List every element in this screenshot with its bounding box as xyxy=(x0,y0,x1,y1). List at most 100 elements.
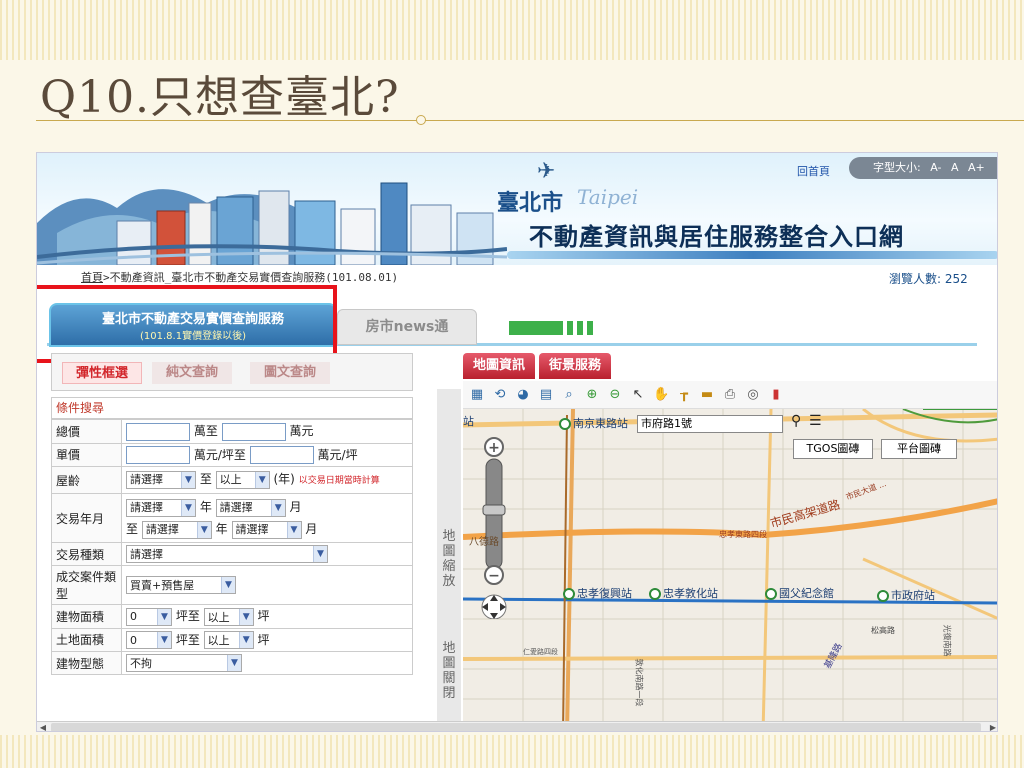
label-age: 屋齡 xyxy=(51,466,122,494)
land-area-unit1: 坪至 xyxy=(175,632,200,647)
age-max-select[interactable]: 以上 ▼ xyxy=(215,470,270,489)
tab-map-text-query[interactable]: 圖文查詢 xyxy=(250,362,330,384)
map-canvas[interactable]: + − 市府路1號 ⚲ ☰ TGOS圖磚 平台圖磚 站 南京東路站 忠孝復興站 … xyxy=(463,409,997,731)
filter-row-total-price: 總價 萬至 萬元 xyxy=(51,419,413,444)
map-tabs: 地圖資訊 街景服務 xyxy=(463,353,612,379)
map-label-sun-yat-sen: 國父紀念館 xyxy=(765,585,834,601)
chevron-down-icon: ▼ xyxy=(157,608,171,625)
tab-text-query[interactable]: 純文查詢 xyxy=(152,362,232,384)
camera-icon[interactable]: ◎ xyxy=(745,387,761,403)
pan-icon[interactable]: ⟲ xyxy=(492,387,508,403)
title-rule xyxy=(36,120,1024,121)
filter-row-case-type: 成交案件類型 買賣+預售屋 ▼ xyxy=(51,565,413,605)
measure-icon[interactable]: ▬ xyxy=(699,387,715,403)
font-size-medium-button[interactable]: A xyxy=(951,157,959,179)
map-zoom-side-label[interactable]: 地圖縮放 xyxy=(439,529,459,589)
map-zoom-control[interactable]: + − xyxy=(481,435,507,620)
filter-row-trade-type: 交易種類 請選擇 ▼ xyxy=(51,542,413,566)
end-year-unit: 年 xyxy=(215,522,228,536)
map-side-bar: 地圖縮放 地圖關閉 xyxy=(437,389,461,731)
map-label-zhongxiao-dunhua-text: 忠孝敦化站 xyxy=(663,587,718,600)
total-price-max-input[interactable] xyxy=(221,422,286,441)
unit-price-unit2: 萬元/坪 xyxy=(317,447,358,462)
tab-street-view[interactable]: 街景服務 xyxy=(539,353,612,379)
font-size-large-button[interactable]: A+ xyxy=(968,157,985,179)
zoom-layer-icon[interactable]: ◕ xyxy=(515,387,531,403)
case-type-select[interactable]: 買賣+預售屋 ▼ xyxy=(126,576,236,594)
font-size-label: 字型大小: xyxy=(873,161,921,174)
map-label-bade-road: 八德路 xyxy=(469,537,499,548)
chevron-down-icon: ▼ xyxy=(254,471,269,488)
cell-building-area: 0 ▼ 坪至 以上 ▼ 坪 xyxy=(121,604,413,629)
filter-row-land-area: 土地面積 0 ▼ 坪至 以上 ▼ 坪 xyxy=(51,627,413,652)
total-price-unit1: 萬至 xyxy=(193,424,218,438)
site-banner: ✈ 臺北市 Taipei 不動產資訊與居住服務整合入口網 回首頁 字型大小: A… xyxy=(37,153,997,265)
cell-building-type: 不拘 ▼ xyxy=(121,651,413,675)
list-icon[interactable]: ☰ xyxy=(809,413,822,429)
full-extent-icon[interactable]: ▦ xyxy=(469,387,485,403)
trade-type-select[interactable]: 請選擇 ▼ xyxy=(126,545,328,563)
building-area-min-select[interactable]: 0 ▼ xyxy=(126,607,172,626)
map-label-guangfu-south: 光復南路 xyxy=(942,624,952,657)
platform-tiles-button[interactable]: 平台圖磚 xyxy=(881,439,957,459)
pointer-icon[interactable]: ↖ xyxy=(630,387,646,403)
scrollbar-thumb[interactable] xyxy=(51,723,981,731)
zoom-in-icon[interactable]: ⊕ xyxy=(584,387,600,403)
trade-end-year-select[interactable]: 請選擇 ▼ xyxy=(141,520,212,539)
land-area-min-select[interactable]: 0 ▼ xyxy=(126,631,172,649)
chevron-down-icon: ▼ xyxy=(270,499,285,516)
unit-price-min-input[interactable] xyxy=(126,446,190,464)
search-mode-tabs: 彈性框選 純文查詢 圖文查詢 xyxy=(51,353,413,391)
label-building-type: 建物型態 xyxy=(51,651,122,675)
mrt-station-icon xyxy=(877,590,889,602)
map-label-zhongxiao-fuxing-text: 忠孝復興站 xyxy=(577,587,632,600)
label-land-area: 土地面積 xyxy=(51,627,122,652)
scroll-right-icon[interactable]: ▶ xyxy=(987,722,997,731)
visitor-count: 252 xyxy=(944,272,968,286)
home-link[interactable]: 回首頁 xyxy=(797,163,830,179)
cell-trade-period: 請選擇 ▼ 年 請選擇 ▼ 月 至 請選擇 ▼ 年 請選擇 ▼ 月 xyxy=(121,493,413,543)
svg-text:−: − xyxy=(488,568,500,584)
airplane-icon: ✈ xyxy=(537,159,556,184)
zoom-out-icon[interactable]: ⊖ xyxy=(607,387,623,403)
pin-icon[interactable]: ┲ xyxy=(676,387,692,403)
export-icon[interactable]: ▤ xyxy=(538,387,554,403)
mrt-station-icon xyxy=(559,418,571,430)
land-area-max-select[interactable]: 以上 ▼ xyxy=(203,631,254,649)
age-min-select[interactable]: 請選擇 ▼ xyxy=(126,470,196,489)
chevron-down-icon: ▼ xyxy=(227,655,241,671)
label-trade-type: 交易種類 xyxy=(51,542,122,566)
trade-type-value: 請選擇 xyxy=(130,548,163,561)
tab-flexible-selection[interactable]: 彈性框選 xyxy=(62,362,142,384)
filter-header: 條件搜尋 xyxy=(51,397,413,419)
map-label-zhongxiao-fuxing: 忠孝復興站 xyxy=(563,585,632,601)
traffic-light-icon[interactable]: ▮ xyxy=(768,387,784,403)
search-icon[interactable]: ⚲ xyxy=(791,413,801,429)
unit-price-max-input[interactable] xyxy=(249,446,314,464)
trade-start-month-select[interactable]: 請選擇 ▼ xyxy=(215,498,286,517)
visitor-counter: 瀏覽人數: 252 xyxy=(889,270,968,287)
breadcrumb-home-link[interactable]: 首頁 xyxy=(81,271,103,284)
tab-housing-news[interactable]: 房市news通 xyxy=(337,309,477,345)
map-address-input[interactable]: 市府路1號 xyxy=(637,415,783,433)
building-area-max-select[interactable]: 以上 ▼ xyxy=(203,607,254,626)
end-month-unit: 月 xyxy=(305,522,318,536)
cell-trade-type: 請選擇 ▼ xyxy=(121,542,413,566)
breadcrumb-trail: >不動產資訊_臺北市不動產交易實價查詢服務(101.08.01) xyxy=(103,271,399,284)
map-label-zhongxiao-east: 忠孝東路四段 xyxy=(719,530,767,539)
total-price-min-input[interactable] xyxy=(126,422,190,441)
map-panel: 地圖資訊 街景服務 ▦ ⟲ ◕ ▤ ⌕ ⊕ ⊖ ↖ ✋ ┲ ▬ ⎙ ◎ ▮ 地圖… xyxy=(437,353,997,731)
hand-icon[interactable]: ✋ xyxy=(653,387,669,403)
trade-end-month-select[interactable]: 請選擇 ▼ xyxy=(231,520,302,539)
scroll-left-icon[interactable]: ◀ xyxy=(37,722,49,731)
zoom-box-icon[interactable]: ⌕ xyxy=(561,387,577,403)
trade-start-year-select[interactable]: 請選擇 ▼ xyxy=(126,498,196,517)
tab-map-info[interactable]: 地圖資訊 xyxy=(463,353,536,379)
banner-city-en: Taipei xyxy=(577,185,639,209)
building-type-select[interactable]: 不拘 ▼ xyxy=(126,654,242,672)
horizontal-scrollbar[interactable]: ◀ ▶ xyxy=(37,721,997,731)
map-close-side-label[interactable]: 地圖關閉 xyxy=(439,641,459,701)
tgos-tiles-button[interactable]: TGOS圖磚 xyxy=(793,439,873,459)
font-size-small-button[interactable]: A- xyxy=(930,157,941,179)
print-icon[interactable]: ⎙ xyxy=(722,387,738,403)
